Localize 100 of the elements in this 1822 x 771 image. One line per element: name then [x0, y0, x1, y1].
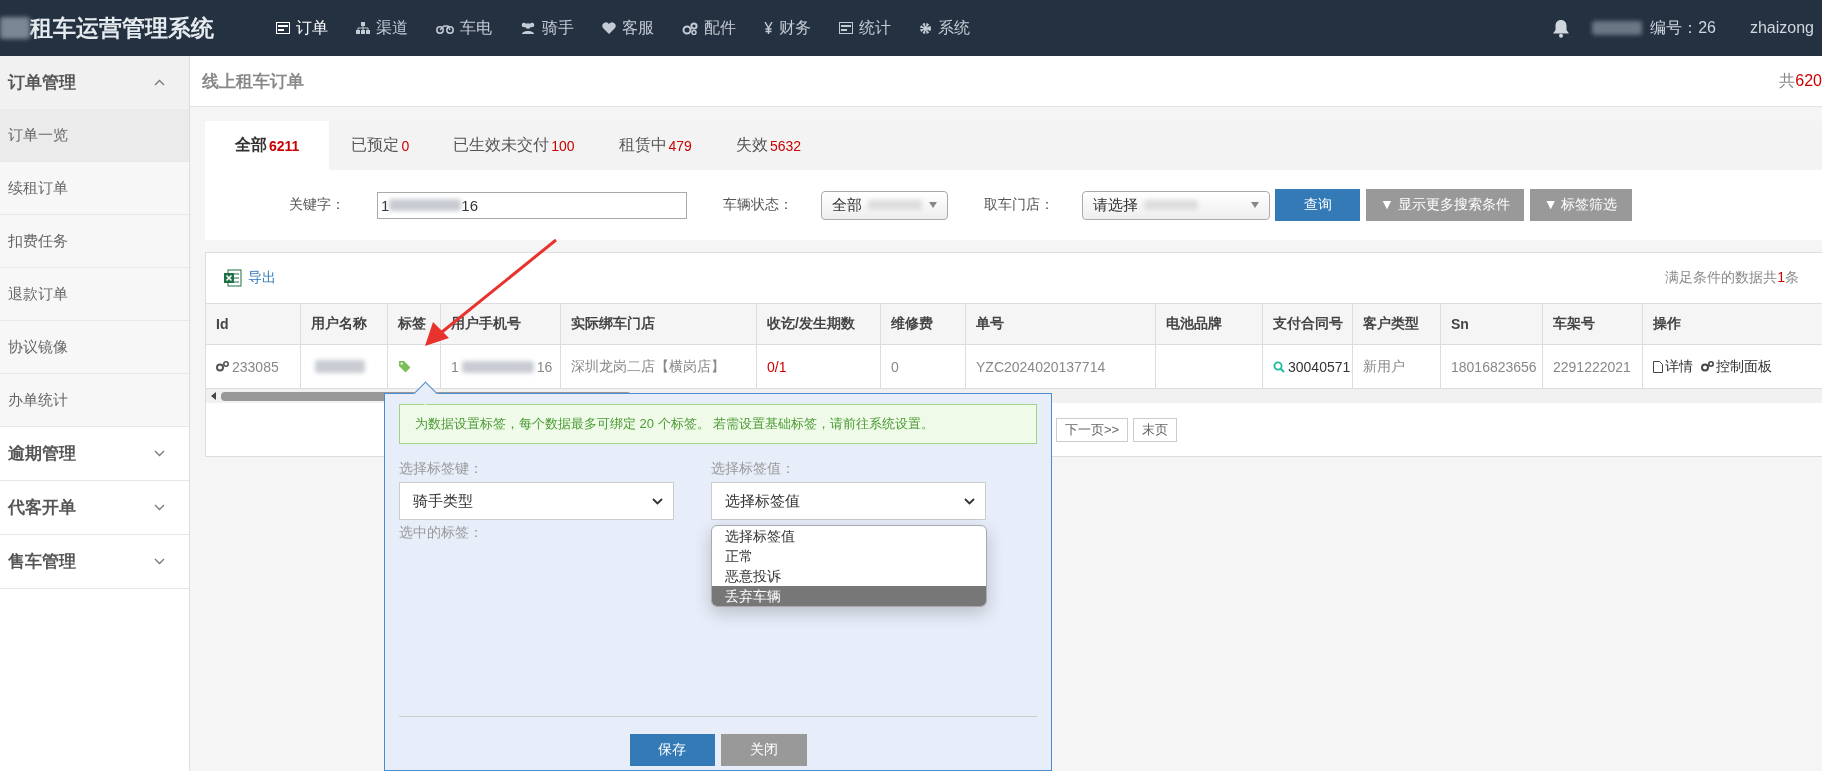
pagination-link[interactable]: 下一页>>	[1056, 418, 1129, 442]
settings-icon	[919, 21, 932, 35]
popup-button[interactable]: 保存	[629, 734, 715, 766]
chevron-down-icon	[154, 504, 165, 511]
card-icon	[839, 22, 853, 34]
column-header: Id	[206, 304, 301, 344]
tag-value-label: 选择标签值：	[711, 460, 796, 478]
nav-item[interactable]: 配件	[668, 17, 750, 39]
column-header: 维修费	[881, 304, 966, 344]
sidebar-item[interactable]: 办单统计	[0, 374, 189, 427]
pagination-link[interactable]: 末页	[1133, 418, 1178, 442]
cogs-icon	[1701, 361, 1714, 372]
contract-link[interactable]: 30040571	[1273, 358, 1351, 375]
chevron-down-icon	[964, 497, 975, 505]
status-tab[interactable]: 已预定 0	[329, 121, 432, 170]
sitemap-icon	[356, 22, 370, 34]
info-notice: 为数据设置标签，每个数据最多可绑定 20 个标签。 若需设置基础标签，请前往系统设置。	[399, 404, 1037, 444]
table-cell: 2291222021	[1543, 345, 1643, 388]
table-cell: 0	[881, 345, 966, 388]
cogs-icon	[216, 361, 229, 372]
cogs-icon	[682, 21, 698, 35]
nav-item[interactable]: 车电	[422, 17, 506, 39]
sidebar-group[interactable]: 逾期管理	[0, 427, 189, 481]
chevron-down-icon	[652, 497, 663, 505]
status-tab[interactable]: 全部6211	[205, 121, 330, 170]
sidebar-group[interactable]: 代客开单	[0, 481, 189, 535]
keyword-field[interactable]: 1 16	[377, 191, 687, 219]
search-button[interactable]: 查询	[1275, 189, 1360, 221]
column-header: 用户名称	[301, 304, 388, 344]
table-cell: 18016823656	[1441, 345, 1543, 388]
status-tab[interactable]: 已生效未交付 100	[431, 121, 597, 170]
sidebar-item[interactable]: 订单一览	[0, 109, 189, 162]
action-link[interactable]: 详情	[1653, 357, 1693, 376]
column-header: 车架号	[1543, 304, 1643, 344]
nav-item[interactable]: 渠道	[342, 17, 422, 39]
search-icon	[1273, 360, 1285, 373]
page-title: 线上租车订单	[202, 70, 304, 93]
table-cell: YZC2024020137714	[966, 345, 1156, 388]
column-header: 电池品牌	[1156, 304, 1263, 344]
sidebar-item[interactable]: 续租订单	[0, 162, 189, 215]
table-cell: 深圳龙岗二店【横岗店】	[561, 345, 757, 388]
selected-tags-label: 选中的标签：	[399, 524, 484, 542]
sidebar-group[interactable]: 订单管理	[0, 56, 189, 109]
nav-item[interactable]: 系统	[905, 17, 984, 39]
action-link[interactable]: 控制面板	[1701, 357, 1772, 376]
document-icon	[1653, 360, 1663, 373]
nav-item[interactable]: 订单	[262, 17, 342, 39]
chevron-down-icon	[154, 558, 165, 565]
table-cell: 233085	[206, 345, 301, 388]
card-icon	[276, 22, 290, 34]
sidebar-group[interactable]: 售车管理	[0, 535, 189, 589]
tag-key-label: 选择标签键：	[399, 460, 484, 478]
users-icon	[520, 22, 536, 34]
export-button[interactable]: 导出	[224, 269, 276, 287]
sidebar-item[interactable]: 协议镜像	[0, 321, 189, 374]
sidebar-item[interactable]: 退款订单	[0, 268, 189, 321]
dropdown-option[interactable]: 选择标签值	[712, 526, 986, 546]
result-summary: 满足条件的数据共1条	[1665, 269, 1799, 287]
nav-item[interactable]: 骑手	[506, 17, 588, 39]
username[interactable]: zhaizong	[1749, 19, 1814, 37]
motorbike-icon	[436, 22, 454, 34]
keyword-label: 关键字：	[288, 196, 345, 214]
column-header: 收讫/发生期数	[757, 304, 881, 344]
table-cell: 新用户	[1353, 345, 1441, 388]
app-title: 租车运营管理系统	[30, 13, 214, 43]
column-header: 实际绑车门店	[561, 304, 757, 344]
tag-value-select[interactable]: 选择标签值	[711, 482, 986, 520]
vehicle-status-select[interactable]: 全部	[821, 190, 948, 220]
column-header: 单号	[966, 304, 1156, 344]
nav-item[interactable]: 统计	[825, 17, 905, 39]
chevron-down-icon	[154, 450, 165, 457]
vehicle-status-label: 车辆状态：	[723, 196, 793, 214]
pickup-store-select[interactable]: 请选择	[1082, 190, 1270, 220]
status-tab[interactable]: 失效5632	[713, 121, 824, 170]
column-header: 支付合同号	[1263, 304, 1353, 344]
pickup-store-label: 取车门店：	[984, 196, 1054, 214]
nav-item[interactable]: 客服	[588, 17, 668, 39]
column-header: 客户类型	[1353, 304, 1441, 344]
spreadsheet-icon	[224, 269, 242, 287]
dropdown-arrow-icon	[929, 202, 937, 208]
chevron-up-icon	[154, 79, 165, 86]
redacted-text	[0, 17, 30, 39]
column-header: Sn	[1441, 304, 1543, 344]
heart-icon	[602, 22, 616, 34]
dropdown-arrow-icon	[1251, 202, 1259, 208]
status-tab[interactable]: 租赁中 479	[596, 121, 714, 170]
column-header: 操作	[1643, 304, 1822, 344]
dropdown-option[interactable]: 正常	[712, 546, 986, 566]
yen-icon	[764, 22, 773, 34]
tag-key-select[interactable]: 骑手类型	[399, 482, 674, 520]
redacted-text	[1592, 21, 1643, 35]
nav-item[interactable]: 财务	[750, 17, 825, 39]
bell-icon[interactable]	[1552, 18, 1571, 38]
dropdown-option[interactable]: 恶意投诉	[712, 566, 986, 586]
sidebar-item[interactable]: 扣费任务	[0, 215, 189, 268]
dropdown-option[interactable]: 丢弃车辆	[712, 586, 986, 606]
user-number: 编号：26	[1650, 17, 1716, 38]
total-count: 共620	[1779, 70, 1822, 91]
table-cell: 1 16	[441, 345, 561, 388]
table-cell: 0/1	[757, 345, 881, 388]
